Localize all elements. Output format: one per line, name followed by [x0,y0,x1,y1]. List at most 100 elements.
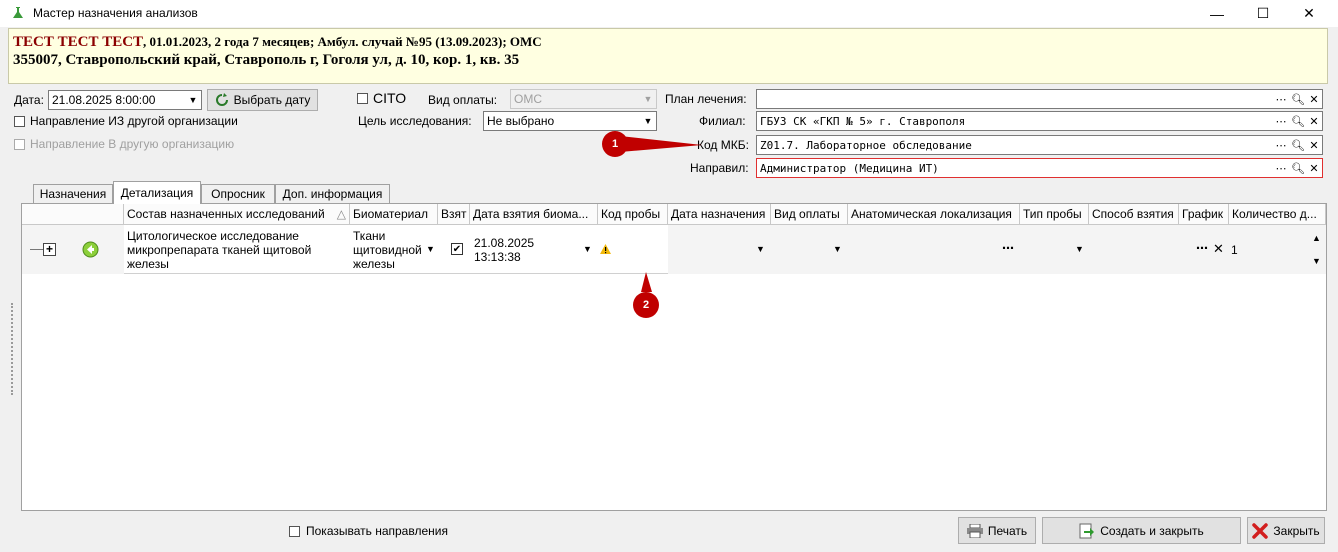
show-directions-checkbox[interactable] [289,526,300,537]
window-title: Мастер назначения анализов [33,6,198,20]
ellipsis-icon[interactable]: ⋯ [1273,112,1289,130]
maximize-button[interactable]: ☐ [1240,0,1286,27]
column-header-anatomy[interactable]: Анатомическая локализация [848,204,1020,225]
ellipsis-icon[interactable]: ⋯ [1002,241,1014,255]
minimize-button[interactable]: — [1194,0,1240,27]
close-red-icon [1252,522,1269,539]
column-header-schedule[interactable]: График [1179,204,1229,225]
date-input[interactable]: 21.08.2025 8:00:00 ▼ [48,90,202,110]
to-org-label: Направление В другую организацию [30,137,235,151]
search-icon[interactable]: 🔍︎ [1290,136,1306,154]
quantity-value: 1 [1231,243,1238,257]
payment-label: Вид оплаты: [428,93,498,107]
spin-down-icon[interactable]: ▼ [1312,256,1321,266]
patient-line-1: ТЕСТ ТЕСТ ТЕСТ, 01.01.2023, 2 года 7 мес… [13,34,542,51]
search-icon[interactable]: 🔍︎ [1290,90,1306,108]
chevron-down-icon[interactable]: ▼ [833,244,842,254]
close-label: Закрыть [1273,523,1320,538]
column-header-payment[interactable]: Вид оплаты [771,204,848,225]
plan-input[interactable]: ⋯ 🔍︎ ✕ [756,89,1323,109]
branch-input[interactable]: ГБУЗ СК «ГКП № 5» г. Ставрополя ⋯ 🔍︎ ✕ [756,111,1323,131]
ellipsis-icon[interactable]: ⋯ [1196,241,1208,255]
refresh-icon [215,93,228,106]
minimize-icon: — [1210,5,1224,22]
column-header-quantity[interactable]: Количество д... [1229,204,1326,225]
column-header-take-date[interactable]: Дата взятия биома... [470,204,598,225]
tab-additional-info[interactable]: Доп. информация [275,184,390,203]
cito-label: CITO [373,90,407,106]
clear-icon[interactable]: ✕ [1306,112,1322,130]
chevron-down-icon[interactable]: ▼ [426,244,435,254]
cito-checkbox[interactable] [357,93,368,104]
patient-address: 355007, Ставропольский край, Ставрополь … [13,52,520,68]
column-header-assign-date[interactable]: Дата назначения [668,204,771,225]
callout-badge-1: 1 [602,131,628,157]
ellipsis-icon[interactable]: ⋯ [1273,90,1289,108]
clear-icon[interactable]: ✕ [1213,241,1224,257]
close-window-button[interactable]: ✕ [1286,0,1332,27]
taken-checkbox[interactable]: ✔ [451,243,463,255]
callout-badge-2: 2 [633,292,659,318]
referrer-input[interactable]: Администратор (Медицина ИТ) ⋯ 🔍︎ ✕ [756,158,1323,178]
show-directions-label: Показывать направления [306,524,448,538]
mkb-value: Z01.7. Лабораторное обследование [760,139,972,152]
print-label: Печать [987,523,1028,538]
from-org-checkbox[interactable] [14,116,25,127]
goal-value: Не выбрано [487,114,555,128]
spin-up-icon[interactable]: ▲ [1312,233,1321,243]
branch-label: Филиал: [699,114,746,128]
column-header-take-method[interactable]: Способ взятия [1089,204,1179,225]
column-header-sample-type[interactable]: Тип пробы [1020,204,1089,225]
chevron-down-icon[interactable]: ▼ [185,91,201,109]
date-label: Дата: [14,93,44,107]
clear-icon[interactable]: ✕ [1306,159,1322,177]
column-header-taken[interactable]: Взят [438,204,470,225]
plan-label: План лечения: [665,92,747,106]
choose-date-label: Выбрать дату [233,93,311,107]
print-button[interactable]: Печать [958,517,1036,544]
chevron-down-icon[interactable]: ▼ [1075,244,1084,254]
splitter-grip[interactable] [11,303,15,395]
search-icon[interactable]: 🔍︎ [1290,159,1306,177]
to-org-checkbox[interactable] [14,139,25,150]
patient-info: , 01.01.2023, 2 года 7 месяцев; Амбул. с… [143,34,542,49]
payment-select[interactable]: ОМС ▼ [510,89,657,109]
column-header-sample-code[interactable]: Код пробы [598,204,668,225]
patient-name: ТЕСТ ТЕСТ ТЕСТ [13,34,144,50]
save-exit-icon [1079,523,1095,538]
maximize-icon: ☐ [1256,5,1270,21]
close-button[interactable]: Закрыть [1247,517,1325,544]
clear-icon[interactable]: ✕ [1306,136,1322,154]
table-row[interactable]: + Цитологическое исследование микропрепа… [22,225,1326,274]
tab-assignments[interactable]: Назначения [33,184,113,203]
chevron-down-icon[interactable]: ▼ [756,244,765,254]
expand-icon[interactable]: + [43,243,56,256]
branch-value: ГБУЗ СК «ГКП № 5» г. Ставрополя [760,115,966,128]
chevron-down-icon: ▼ [643,94,653,104]
column-header-biomaterial[interactable]: Биоматериал [350,204,438,225]
create-close-button[interactable]: Создать и закрыть [1042,517,1241,544]
study-name: Цитологическое исследование микропрепара… [127,229,312,271]
chevron-down-icon[interactable]: ▼ [583,244,592,254]
referrer-label: Направил: [690,161,749,175]
sort-asc-icon: △ [336,207,346,221]
goal-select[interactable]: Не выбрано ▼ [483,111,657,131]
column-header-study[interactable]: Состав назначенных исследований △ [124,204,350,225]
printer-icon [966,523,983,538]
ellipsis-icon[interactable]: ⋯ [1273,159,1289,177]
ellipsis-icon[interactable]: ⋯ [1273,136,1289,154]
chevron-down-icon[interactable]: ▼ [640,112,656,130]
referrer-value: Администратор (Медицина ИТ) [760,162,939,175]
tab-details[interactable]: Детализация [113,181,201,204]
arrow-left-circle-icon[interactable] [82,241,99,258]
clear-icon[interactable]: ✕ [1306,90,1322,108]
from-org-label: Направление ИЗ другой организации [30,114,238,128]
choose-date-button[interactable]: Выбрать дату [207,89,318,111]
tab-questionnaire[interactable]: Опросник [201,184,275,203]
tree-line [30,249,44,250]
details-grid: Состав назначенных исследований △ Биомате… [21,203,1327,511]
search-icon[interactable]: 🔍︎ [1290,112,1306,130]
mkb-input[interactable]: Z01.7. Лабораторное обследование ⋯ 🔍︎ ✕ [756,135,1323,155]
patient-banner: ТЕСТ ТЕСТ ТЕСТ, 01.01.2023, 2 года 7 мес… [8,28,1328,84]
goal-label: Цель исследования: [358,114,472,128]
